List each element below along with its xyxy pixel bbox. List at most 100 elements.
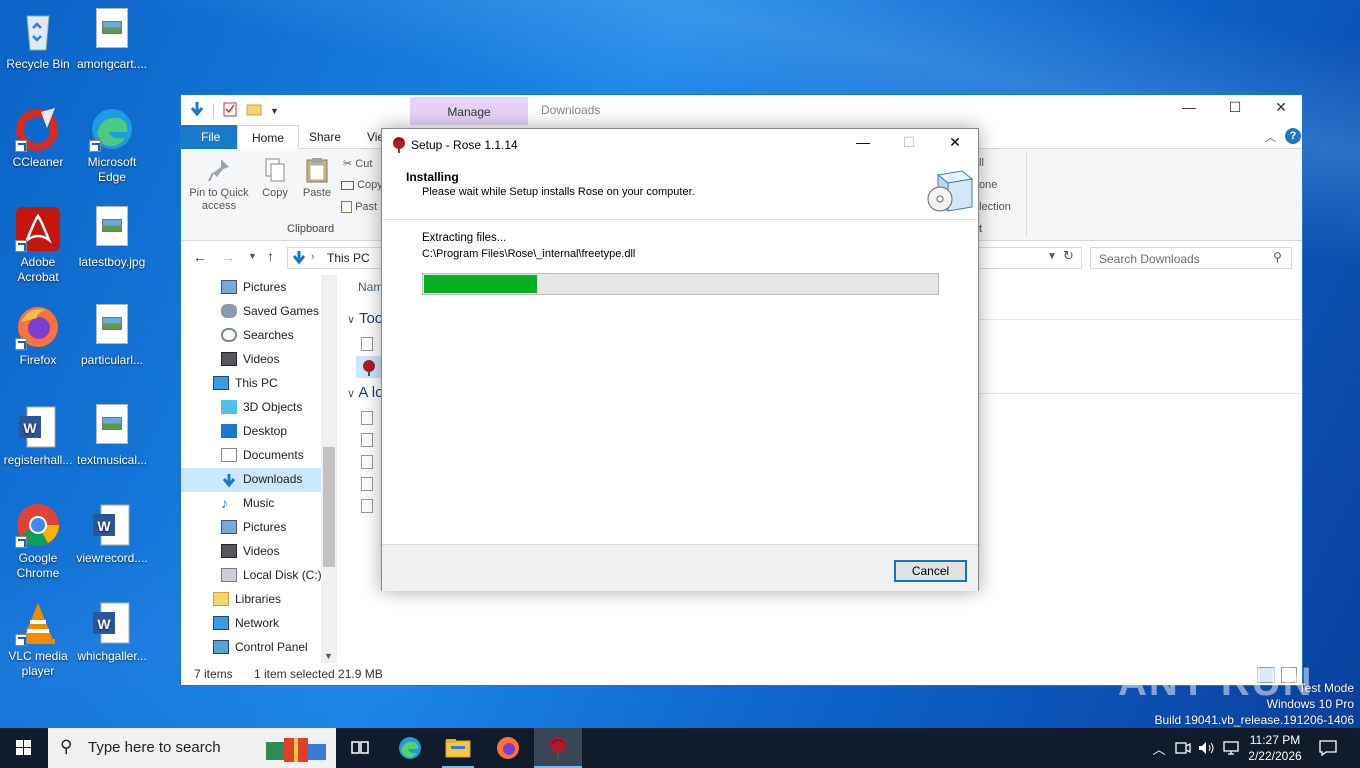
desktop-icon-vlc[interactable]: VLC media player: [0, 600, 76, 679]
nav-item-documents[interactable]: Documents: [221, 443, 304, 467]
taskbar-clock[interactable]: 11:27 PM 2/22/2026: [1240, 732, 1310, 764]
nav-item-3d-objects[interactable]: 3D Objects: [221, 395, 302, 419]
nav-label: Documents: [243, 448, 304, 462]
file-icon[interactable]: [361, 337, 373, 351]
desktop-icon-firefox[interactable]: Firefox: [0, 304, 76, 368]
cancel-button[interactable]: Cancel: [894, 560, 967, 582]
search-highlight-gifts-icon[interactable]: [262, 732, 332, 764]
refresh-icon[interactable]: ↻: [1063, 248, 1074, 264]
taskbar-search-input[interactable]: ⚲ Type here to search: [48, 728, 336, 768]
file-icon[interactable]: [361, 499, 373, 513]
taskbar-edge-button[interactable]: [386, 728, 434, 768]
close-button[interactable]: ✕: [1258, 99, 1304, 121]
nav-item-videos-2[interactable]: Videos: [221, 539, 279, 563]
collapse-ribbon-icon[interactable]: ︿: [1265, 129, 1276, 145]
notifications-icon[interactable]: [1312, 728, 1344, 768]
dialog-titlebar[interactable]: Setup - Rose 1.1.14 — ☐ ✕: [382, 129, 978, 159]
desktop-icon-viewrecord[interactable]: W viewrecord....: [74, 502, 150, 566]
explorer-title: Downloads: [541, 103, 601, 117]
desktop: Recycle Bin amongcart.... CCleaner Micro…: [0, 0, 1360, 728]
nav-item-network[interactable]: Network: [213, 611, 279, 635]
desktop-icon-whichgaller[interactable]: W whichgaller...: [74, 600, 150, 664]
watermark-build: Build 19041.vb_release.191206-1406: [1154, 713, 1355, 727]
tab-home[interactable]: Home: [237, 125, 300, 149]
nav-item-desktop[interactable]: Desktop: [221, 419, 287, 443]
nav-item-pictures[interactable]: Pictures: [221, 275, 286, 299]
search-input[interactable]: Search Downloads: [1090, 247, 1292, 269]
pin-quick-access-button[interactable]: Pin to Quick access: [187, 157, 251, 213]
file-icon[interactable]: [361, 411, 373, 425]
explorer-titlebar[interactable]: ▼ Manage Downloads — ☐ ✕: [181, 95, 1302, 125]
this-pc-icon: [213, 376, 229, 390]
file-icon[interactable]: [361, 433, 373, 447]
select-none-button[interactable]: one: [979, 179, 997, 191]
maximize-button[interactable]: ☐: [1212, 99, 1258, 121]
up-icon[interactable]: ↑: [267, 248, 274, 264]
dialog-maximize-button: ☐: [902, 134, 916, 150]
nav-item-downloads[interactable]: Downloads: [221, 467, 302, 491]
desktop-icon-ccleaner[interactable]: CCleaner: [0, 106, 76, 170]
paste-button[interactable]: Paste: [297, 157, 337, 200]
address-dropdown-icon[interactable]: ▼: [1047, 251, 1057, 262]
network-icon[interactable]: [1220, 728, 1242, 768]
properties-icon[interactable]: [222, 101, 238, 120]
nav-item-searches[interactable]: Searches: [221, 323, 294, 347]
desktop-icon-acrobat[interactable]: Adobe Acrobat: [0, 206, 76, 285]
nav-scrollbar[interactable]: ▼: [321, 275, 337, 663]
show-hidden-icons-button[interactable]: ︿: [1148, 728, 1170, 768]
nav-item-videos[interactable]: Videos: [221, 347, 279, 371]
status-selection: 1 item selected 21.9 MB: [254, 667, 383, 681]
tab-file[interactable]: File: [181, 125, 241, 149]
paste-shortcut-button[interactable]: Past: [341, 201, 377, 214]
setup-dialog[interactable]: Setup - Rose 1.1.14 — ☐ ✕ Installing Ple…: [381, 128, 979, 591]
column-header-name[interactable]: Nam: [358, 280, 383, 294]
nav-item-this-pc[interactable]: This PC: [213, 371, 278, 395]
cut-button[interactable]: ✂ Cut: [343, 157, 372, 170]
nav-item-music[interactable]: ♪ Music: [221, 491, 274, 515]
task-view-button[interactable]: [336, 728, 384, 768]
start-button[interactable]: [0, 728, 48, 768]
help-icon[interactable]: ?: [1285, 128, 1301, 144]
desktop-icon-edge[interactable]: Microsoft Edge: [74, 106, 150, 185]
watermark-edition: Windows 10 Pro: [1266, 697, 1354, 711]
meet-now-icon[interactable]: [1172, 728, 1194, 768]
back-icon[interactable]: ←: [193, 249, 207, 265]
copy-path-button[interactable]: Copy: [341, 179, 383, 191]
group-header-older[interactable]: ∨ A lo: [347, 384, 383, 401]
scrollbar-thumb[interactable]: [323, 447, 335, 567]
desktop-icon-particularl[interactable]: particularl...: [74, 304, 150, 368]
recent-dropdown-icon[interactable]: ▼: [248, 251, 257, 261]
new-folder-icon[interactable]: [246, 101, 262, 120]
copy-button[interactable]: Copy: [255, 157, 295, 200]
volume-icon[interactable]: [1196, 728, 1218, 768]
scroll-down-icon[interactable]: ▼: [324, 651, 333, 661]
nav-item-libraries[interactable]: Libraries: [213, 587, 281, 611]
qat-dropdown-icon[interactable]: ▼: [270, 106, 279, 116]
desktop-icon-registerhall[interactable]: W registerhall...: [0, 404, 76, 468]
scissors-icon: ✂: [343, 158, 353, 170]
taskbar-firefox-button[interactable]: [484, 728, 532, 768]
desktop-icon-textmusical[interactable]: textmusical...: [74, 404, 150, 468]
taskbar-explorer-button[interactable]: [434, 728, 482, 768]
taskbar-rose-setup-button[interactable]: [534, 728, 582, 768]
breadcrumb-this-pc[interactable]: This PC: [327, 251, 370, 265]
desktop-icon-latestboy[interactable]: latestboy.jpg: [74, 206, 150, 270]
nav-item-local-disk[interactable]: Local Disk (C:): [221, 563, 322, 587]
nav-item-saved-games[interactable]: Saved Games: [221, 299, 319, 323]
select-all-button[interactable]: ll: [979, 157, 984, 169]
down-arrow-icon[interactable]: [189, 101, 205, 120]
dialog-minimize-button[interactable]: —: [841, 134, 885, 154]
forward-icon[interactable]: →: [221, 249, 235, 265]
minimize-button[interactable]: —: [1166, 99, 1212, 121]
group-header-today[interactable]: ∨ Too: [347, 310, 383, 327]
nav-item-control-panel[interactable]: Control Panel: [213, 635, 308, 659]
file-icon[interactable]: [361, 477, 373, 491]
nav-item-pictures-2[interactable]: Pictures: [221, 515, 286, 539]
tab-manage[interactable]: Manage: [410, 97, 528, 125]
desktop-icon-recycle-bin[interactable]: Recycle Bin: [0, 8, 76, 72]
tab-share[interactable]: Share: [295, 125, 355, 149]
desktop-icon-amongcart[interactable]: amongcart....: [74, 8, 150, 72]
file-icon[interactable]: [361, 455, 373, 469]
dialog-close-button[interactable]: ✕: [933, 134, 977, 154]
desktop-icon-chrome[interactable]: Google Chrome: [0, 502, 76, 581]
